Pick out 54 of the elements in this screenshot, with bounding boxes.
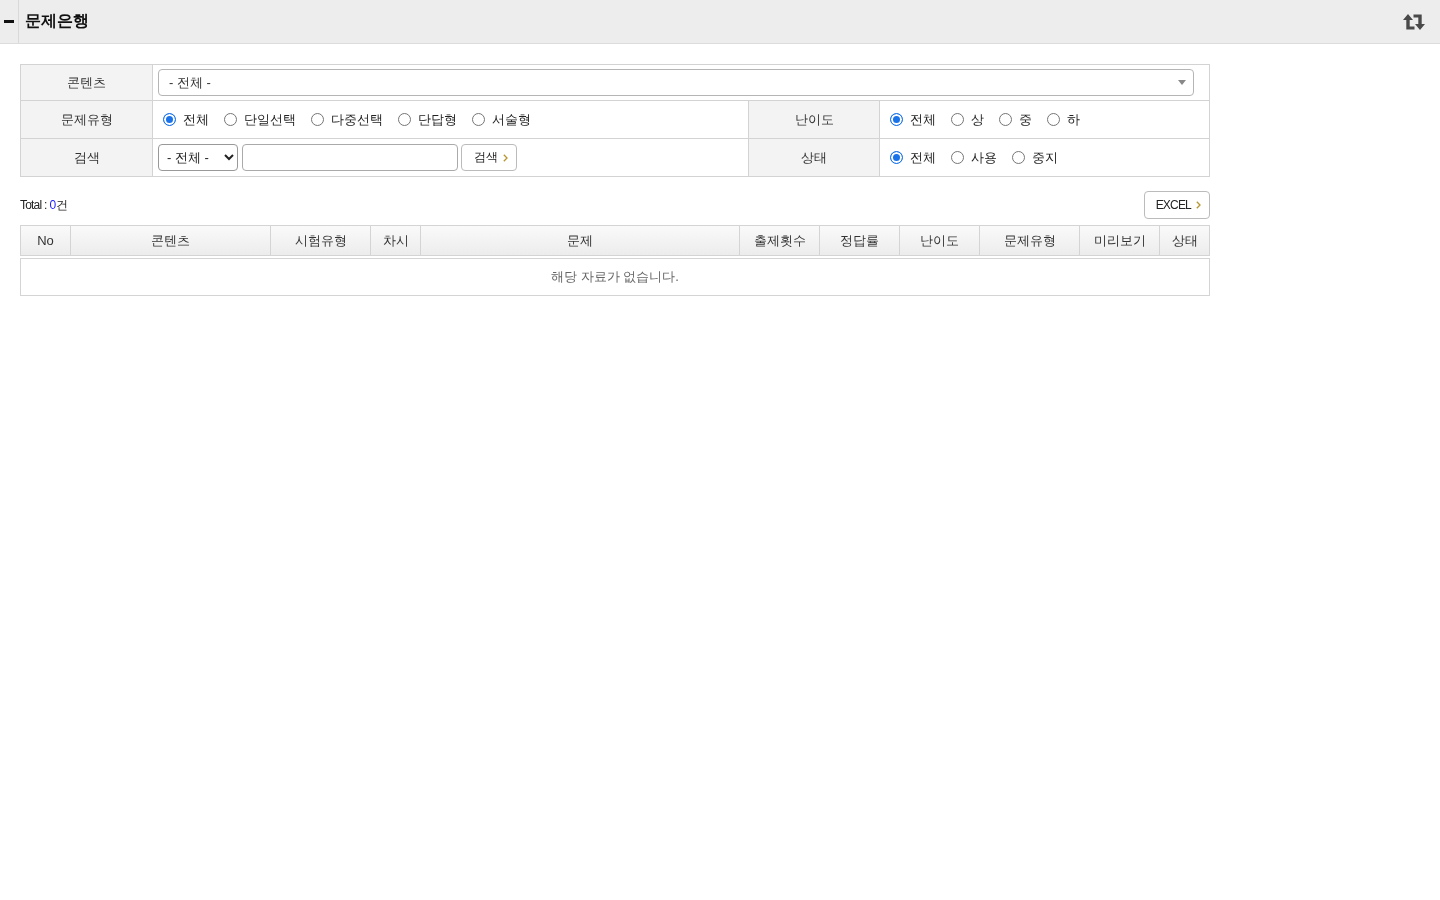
- excel-button[interactable]: EXCEL: [1143, 191, 1210, 219]
- radio-button[interactable]: [1047, 113, 1060, 126]
- total-label: Total :: [20, 198, 47, 212]
- column-header: 미리보기: [1080, 226, 1160, 255]
- radio-button[interactable]: [311, 113, 324, 126]
- radio-label: 단일선택: [244, 110, 296, 129]
- chevron-right-icon: [503, 153, 508, 162]
- radio-label: 단답형: [418, 110, 457, 129]
- column-header: 문제: [421, 226, 740, 255]
- radio-label: 하: [1067, 110, 1080, 129]
- radio-button[interactable]: [163, 113, 176, 126]
- column-header: 문제유형: [980, 226, 1080, 255]
- search-scope-select[interactable]: - 전체 -: [158, 144, 238, 171]
- column-header: 난이도: [900, 226, 980, 255]
- filter-label: 검색: [21, 139, 153, 177]
- column-header: 출제횟수: [740, 226, 820, 255]
- column-header: 차시: [371, 226, 421, 255]
- total-unit: 건: [56, 196, 68, 214]
- radio-label: 전체: [910, 110, 936, 129]
- page-title: 문제은행: [25, 11, 89, 31]
- radio-label: 상: [971, 110, 984, 129]
- caret-icon: [1178, 80, 1186, 85]
- radio-button[interactable]: [951, 113, 964, 126]
- column-header: No: [21, 226, 71, 255]
- column-header: 콘텐츠: [71, 226, 271, 255]
- repeat-arrows-icon[interactable]: [1403, 13, 1425, 30]
- chevron-right-icon: [1196, 201, 1201, 209]
- filter-label: 콘텐츠: [21, 65, 153, 101]
- total-count: 0: [49, 198, 56, 212]
- column-header: 상태: [1160, 226, 1209, 255]
- radio-button[interactable]: [398, 113, 411, 126]
- radio-button[interactable]: [1012, 151, 1025, 164]
- radio-label: 사용: [971, 148, 997, 167]
- column-header: 시험유형: [271, 226, 371, 255]
- radio-label: 전체: [183, 110, 209, 129]
- empty-table-message: 해당 자료가 없습니다.: [20, 258, 1210, 296]
- search-button[interactable]: 검색: [461, 144, 517, 171]
- radio-label: 중지: [1032, 148, 1058, 167]
- radio-button[interactable]: [472, 113, 485, 126]
- radio-button[interactable]: [890, 151, 903, 164]
- radio-label: 다중선택: [331, 110, 383, 129]
- filter-label: 문제유형: [21, 101, 153, 139]
- content-select[interactable]: - 전체 -: [158, 69, 1194, 96]
- radio-label: 중: [1019, 110, 1032, 129]
- filter-label: 상태: [749, 139, 880, 177]
- filter-label: 난이도: [749, 101, 880, 139]
- radio-label: 전체: [910, 148, 936, 167]
- radio-button[interactable]: [999, 113, 1012, 126]
- radio-button[interactable]: [224, 113, 237, 126]
- search-input[interactable]: [242, 144, 458, 171]
- column-header: 정답률: [820, 226, 900, 255]
- radio-button[interactable]: [890, 113, 903, 126]
- radio-button[interactable]: [951, 151, 964, 164]
- radio-label: 서술형: [492, 110, 531, 129]
